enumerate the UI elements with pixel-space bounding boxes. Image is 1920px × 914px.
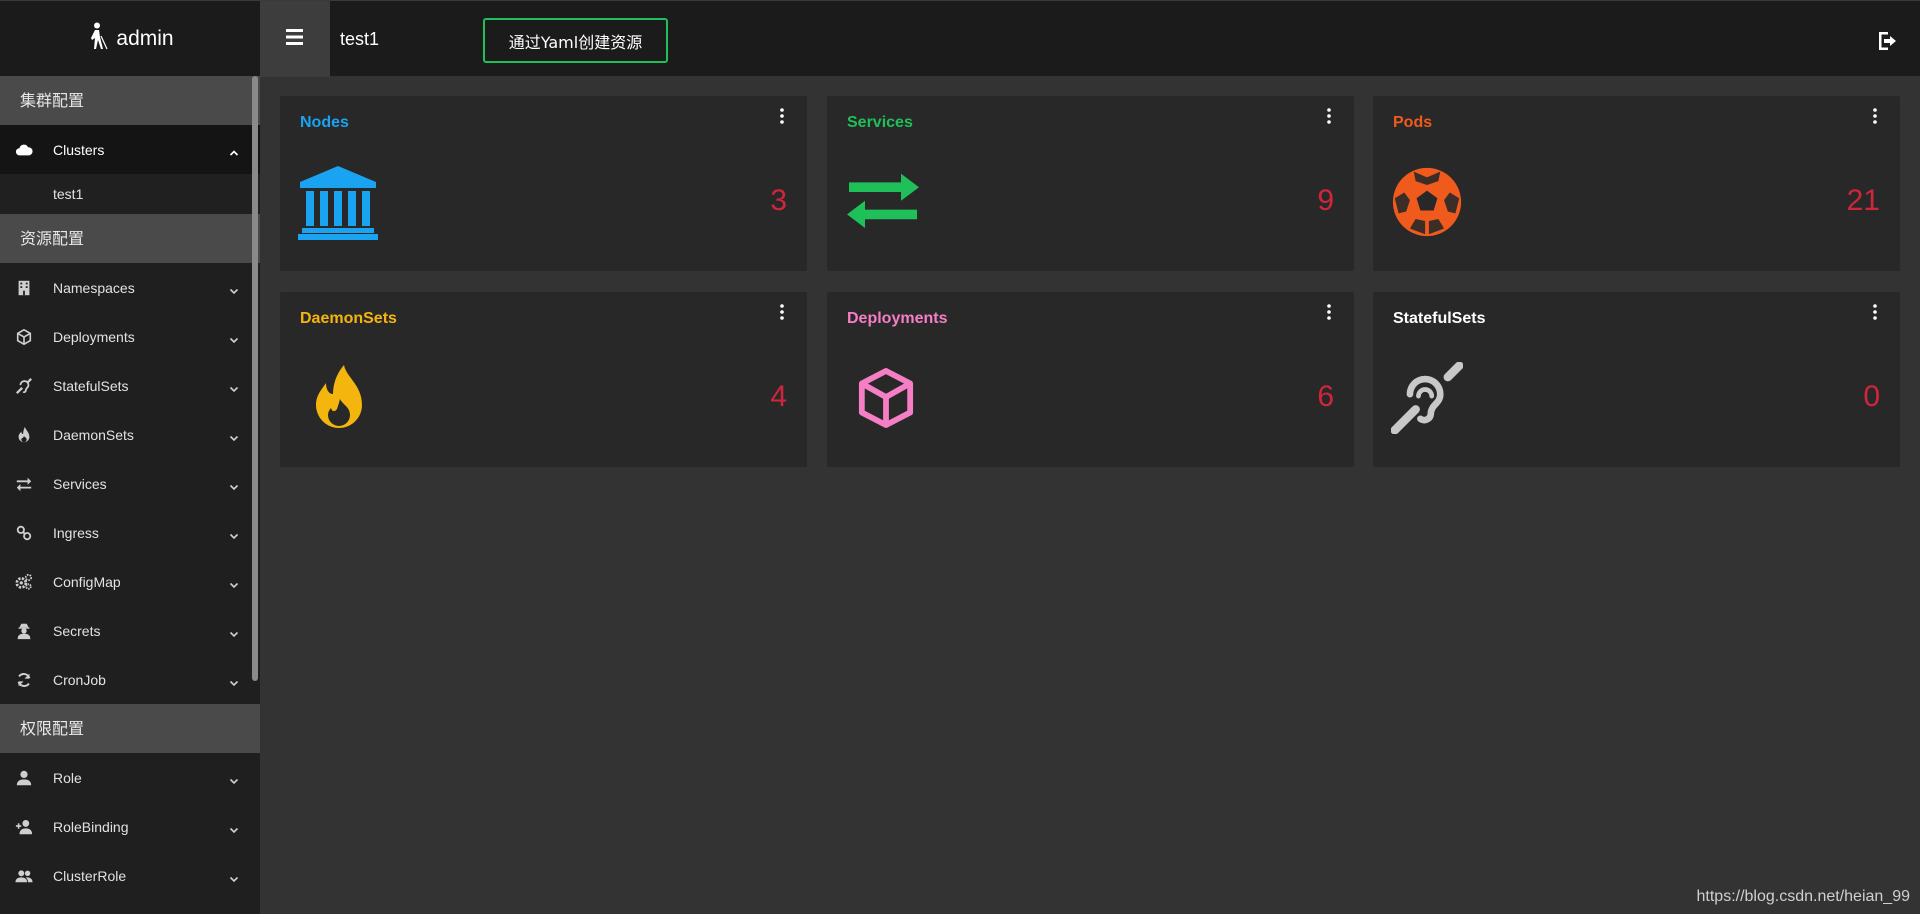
sidebar-item-clusterrole[interactable]: ClusterRole: [0, 851, 260, 900]
sidebar: 集群配置 Clusters test1 资源配置 Namespaces Depl…: [0, 76, 260, 914]
watermark: https://blog.csdn.net/heian_99: [1696, 888, 1911, 905]
current-cluster: test1: [340, 29, 380, 49]
cube-icon: [14, 327, 34, 347]
card-count: 9: [1317, 184, 1334, 217]
create-from-yaml-button[interactable]: 通过Yaml创建资源: [483, 18, 668, 63]
sidebar-item-daemonsets[interactable]: DaemonSets: [0, 410, 260, 459]
card-title: Services: [847, 114, 913, 131]
fire-icon: [14, 425, 34, 445]
sidebar-item-label: Ingress: [53, 524, 99, 541]
card-title: DaemonSets: [300, 310, 397, 327]
chevron-down-icon: [229, 479, 239, 490]
sidebar-item-services[interactable]: Services: [0, 459, 260, 508]
sidebar-item-label: ClusterRole: [53, 867, 127, 884]
sidebar-item-ingress[interactable]: Ingress: [0, 508, 260, 557]
exchange-icon: [14, 474, 34, 494]
sidebar-item-label: Role: [53, 769, 82, 786]
sidebar-item-label: StatefulSets: [53, 377, 129, 394]
logout-button[interactable]: [1876, 29, 1900, 53]
sidebar-item-label: CronJob: [53, 671, 106, 688]
card-title: Pods: [1393, 114, 1433, 131]
card-title: Deployments: [847, 310, 948, 327]
chevron-up-icon: [229, 145, 239, 156]
cloud-icon: [14, 140, 34, 160]
sidebar-item-label: Services: [53, 475, 107, 492]
sidebar-item-statefulsets[interactable]: StatefulSets: [0, 361, 260, 410]
deaf-icon: [1391, 360, 1471, 436]
section-cluster-config: 集群配置: [0, 76, 260, 125]
sidebar-item-configmap[interactable]: ConfigMap: [0, 557, 260, 606]
more-options-icon[interactable]: [1872, 108, 1878, 124]
chevron-down-icon: [229, 822, 239, 833]
sidebar-item-label: ConfigMap: [53, 573, 121, 590]
user-secret-icon: [14, 621, 34, 641]
hamburger-icon: [285, 28, 305, 51]
sidebar-item-namespaces[interactable]: Namespaces: [0, 263, 260, 312]
futbol-icon: [1391, 164, 1471, 240]
university-icon: [298, 164, 378, 240]
sidebar-subitem-test1[interactable]: test1: [0, 174, 260, 214]
card-services[interactable]: Services 9: [827, 96, 1354, 271]
more-options-icon[interactable]: [1872, 304, 1878, 320]
card-count: 0: [1863, 380, 1880, 413]
chevron-down-icon: [229, 283, 239, 294]
sidebar-item-secrets[interactable]: Secrets: [0, 606, 260, 655]
sidebar-item-role[interactable]: Role: [0, 753, 260, 802]
chevron-down-icon: [229, 430, 239, 441]
more-options-icon[interactable]: [779, 108, 785, 124]
sign-out-icon: [1879, 32, 1896, 50]
chevron-down-icon: [229, 381, 239, 392]
sidebar-item-clusters[interactable]: Clusters: [0, 125, 260, 174]
card-nodes[interactable]: Nodes 3: [280, 96, 807, 271]
top-bar: admin test1 通过Yaml创建资源: [0, 0, 1920, 77]
card-deployments[interactable]: Deployments 6: [827, 292, 1354, 467]
blind-walker-icon: [86, 22, 108, 56]
chevron-down-icon: [229, 528, 239, 539]
sidebar-item-label: Secrets: [53, 622, 101, 639]
sidebar-item-label: DaemonSets: [53, 426, 134, 443]
sidebar-item-rolebinding[interactable]: RoleBinding: [0, 802, 260, 851]
chevron-down-icon: [229, 577, 239, 588]
sidebar-item-label: Deployments: [53, 328, 135, 345]
chevron-down-icon: [229, 626, 239, 637]
deaf-icon: [14, 376, 34, 396]
link-icon: [14, 523, 34, 543]
chevron-down-icon: [229, 332, 239, 343]
card-title: Nodes: [300, 114, 349, 131]
more-options-icon[interactable]: [1326, 108, 1332, 124]
brand-name: admin: [116, 27, 174, 50]
more-options-icon[interactable]: [779, 304, 785, 320]
sidebar-item-deployments[interactable]: Deployments: [0, 312, 260, 361]
card-statefulsets[interactable]: StatefulSets 0: [1373, 292, 1900, 467]
card-count: 4: [770, 380, 787, 413]
card-daemonsets[interactable]: DaemonSets 4: [280, 292, 807, 467]
gears-icon: [14, 572, 34, 592]
section-permission-config: 权限配置: [0, 704, 260, 753]
card-count: 21: [1846, 184, 1880, 217]
card-count: 6: [1317, 380, 1334, 413]
brand[interactable]: admin: [0, 1, 260, 77]
fire-icon: [298, 360, 378, 436]
section-resource-config: 资源配置: [0, 214, 260, 263]
user-plus-icon: [14, 817, 34, 837]
sidebar-item-label: Clusters: [53, 141, 105, 158]
building-icon: [14, 278, 34, 298]
sidebar-item-cronjob[interactable]: CronJob: [0, 655, 260, 704]
exchange-icon: [845, 164, 925, 240]
sidebar-item-label: Namespaces: [53, 279, 135, 296]
menu-toggle-button[interactable]: [260, 1, 330, 77]
more-options-icon[interactable]: [1326, 304, 1332, 320]
card-count: 3: [770, 184, 787, 217]
sidebar-scrollbar[interactable]: [252, 76, 258, 681]
chevron-down-icon: [229, 871, 239, 882]
card-pods[interactable]: Pods 21: [1373, 96, 1900, 271]
users-icon: [14, 866, 34, 886]
chevron-down-icon: [229, 773, 239, 784]
cube-icon: [845, 360, 925, 436]
user-icon: [14, 768, 34, 788]
card-title: StatefulSets: [1393, 310, 1486, 327]
sync-icon: [14, 670, 34, 690]
sidebar-item-label: RoleBinding: [53, 818, 129, 835]
chevron-down-icon: [229, 675, 239, 686]
